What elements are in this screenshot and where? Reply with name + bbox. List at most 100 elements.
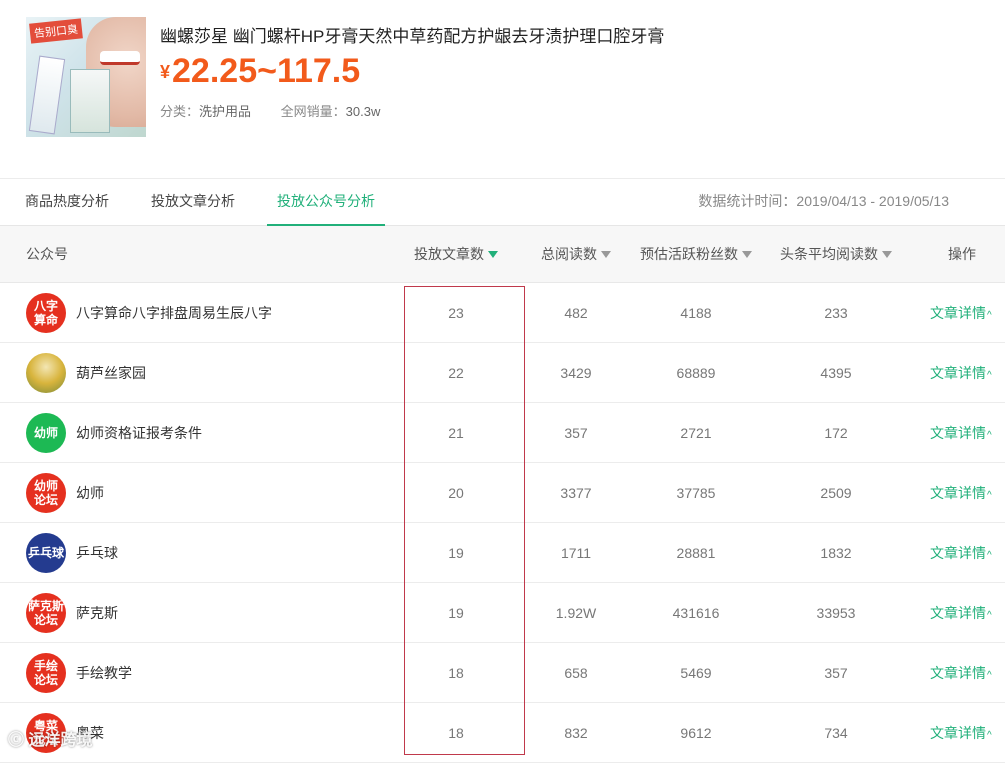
- article-count: 18: [448, 665, 464, 681]
- account-name[interactable]: 乒乓球: [76, 523, 118, 583]
- active-fans: 68889: [676, 365, 716, 381]
- header-account: 公众号: [26, 246, 68, 262]
- header-total-reads[interactable]: 总阅读数: [541, 226, 611, 283]
- total-reads: 1.92W: [555, 605, 597, 621]
- sort-desc-icon: [488, 251, 498, 258]
- account-name[interactable]: 八字算命八字排盘周易生辰八字: [76, 283, 272, 343]
- table-row[interactable]: 乒乓球 乒乓球 19 1711 28881 1832 文章详情^: [0, 523, 1005, 583]
- chevron-up-icon: ^: [987, 610, 992, 621]
- currency-symbol: ¥: [160, 62, 171, 82]
- tab-article-analysis[interactable]: 投放文章分析: [151, 179, 235, 226]
- total-reads: 658: [564, 665, 588, 681]
- price-range: 22.25~117.5: [172, 52, 361, 90]
- sort-desc-icon: [882, 251, 892, 258]
- article-detail-link[interactable]: 文章详情^: [930, 523, 992, 586]
- account-name[interactable]: 幼师资格证报考条件: [76, 403, 202, 463]
- avg-headline-reads: 1832: [820, 545, 852, 561]
- article-detail-link[interactable]: 文章详情^: [930, 283, 992, 346]
- chevron-up-icon: ^: [987, 670, 992, 681]
- analysis-tabs: 商品热度分析 投放文章分析 投放公众号分析 数据统计时间：2019/04/13 …: [0, 178, 1005, 226]
- table-row[interactable]: 葫芦丝家园 22 3429 68889 4395 文章详情^: [0, 343, 1005, 403]
- avg-headline-reads: 734: [824, 725, 848, 741]
- table-row[interactable]: 幼师 幼师资格证报考条件 21 357 2721 172 文章详情^: [0, 403, 1005, 463]
- avg-headline-reads: 233: [824, 305, 848, 321]
- chevron-up-icon: ^: [987, 430, 992, 441]
- product-meta: 分类：洗护用品 全网销量：30.3w: [160, 101, 406, 120]
- chevron-up-icon: ^: [987, 370, 992, 381]
- account-avatar[interactable]: 幼师 论坛: [26, 473, 66, 513]
- table-row[interactable]: 萨克斯 论坛 萨克斯 19 1.92W 431616 33953 文章详情^: [0, 583, 1005, 643]
- article-detail-link[interactable]: 文章详情^: [930, 343, 992, 406]
- avg-headline-reads: 172: [824, 425, 848, 441]
- article-detail-link[interactable]: 文章详情^: [930, 463, 992, 526]
- active-fans: 37785: [676, 485, 716, 501]
- product-price: ¥22.25~117.5: [160, 52, 360, 91]
- article-count: 20: [448, 485, 464, 501]
- active-fans: 5469: [680, 665, 712, 681]
- table-header: 公众号 投放文章数 总阅读数 预估活跃粉丝数 头条平均阅读数 操作: [0, 226, 1005, 283]
- article-count: 21: [448, 425, 464, 441]
- account-avatar[interactable]: 手绘 论坛: [26, 653, 66, 693]
- account-name[interactable]: 幼师: [76, 463, 104, 523]
- chevron-up-icon: ^: [987, 730, 992, 741]
- table-row[interactable]: 八字 算命 八字算命八字排盘周易生辰八字 23 482 4188 233 文章详情^: [0, 283, 1005, 343]
- active-fans: 28881: [676, 545, 716, 561]
- sales-value: 30.3w: [345, 104, 381, 119]
- header-active-fans[interactable]: 预估活跃粉丝数: [640, 226, 752, 283]
- header-actions: 操作: [948, 246, 976, 262]
- table-row[interactable]: 手绘 论坛 手绘教学 18 658 5469 357 文章详情^: [0, 643, 1005, 703]
- active-fans: 431616: [672, 605, 720, 621]
- article-count: 22: [448, 365, 464, 381]
- image-tag: 告别口臭: [29, 18, 83, 44]
- header-article-count[interactable]: 投放文章数: [414, 226, 498, 283]
- active-fans: 2721: [680, 425, 712, 441]
- account-avatar[interactable]: 萨克斯 论坛: [26, 593, 66, 633]
- product-header: 告别口臭 幽螺莎星 幽门螺杆HP牙膏天然中草药配方护龈去牙渍护理口腔牙膏 ¥22…: [0, 0, 1005, 178]
- account-avatar[interactable]: 乒乓球: [26, 533, 66, 573]
- chevron-up-icon: ^: [987, 310, 992, 321]
- total-reads: 1711: [560, 545, 592, 561]
- chevron-up-icon: ^: [987, 550, 992, 561]
- avg-headline-reads: 357: [824, 665, 848, 681]
- sort-desc-icon: [601, 251, 611, 258]
- avg-headline-reads: 33953: [816, 605, 856, 621]
- chevron-up-icon: ^: [987, 490, 992, 501]
- avg-headline-reads: 4395: [820, 365, 852, 381]
- toothpaste-tube: [28, 55, 66, 135]
- category-value: 洗护用品: [199, 104, 252, 119]
- tab-product-heat[interactable]: 商品热度分析: [25, 179, 109, 226]
- article-count: 23: [448, 305, 464, 321]
- header-avg-headline-reads[interactable]: 头条平均阅读数: [780, 226, 892, 283]
- avg-headline-reads: 2509: [820, 485, 852, 501]
- table-row[interactable]: 粤菜 论坛 粤菜 18 832 9612 734 文章详情^: [0, 703, 1005, 763]
- total-reads: 3377: [560, 485, 592, 501]
- sales-label: 全网销量：: [280, 104, 346, 119]
- account-name[interactable]: 葫芦丝家园: [76, 343, 146, 403]
- product-image[interactable]: 告别口臭: [26, 17, 146, 137]
- tab-account-analysis[interactable]: 投放公众号分析: [267, 179, 385, 226]
- account-name[interactable]: 萨克斯: [76, 583, 118, 643]
- date-range: 数据统计时间：2019/04/13 - 2019/05/13: [698, 193, 949, 209]
- article-count: 19: [448, 605, 464, 621]
- total-reads: 3429: [560, 365, 592, 381]
- toothpaste-box: [70, 69, 110, 133]
- account-avatar[interactable]: 幼师: [26, 413, 66, 453]
- table-row[interactable]: 幼师 论坛 幼师 20 3377 37785 2509 文章详情^: [0, 463, 1005, 523]
- account-avatar[interactable]: [26, 353, 66, 393]
- category-label: 分类：: [160, 104, 200, 119]
- article-detail-link[interactable]: 文章详情^: [930, 403, 992, 466]
- active-fans: 9612: [680, 725, 712, 741]
- watermark: ⓒ 远洋跨境: [8, 732, 93, 749]
- model-teeth: [100, 51, 140, 65]
- article-detail-link[interactable]: 文章详情^: [930, 643, 992, 706]
- sort-desc-icon: [742, 251, 752, 258]
- total-reads: 357: [564, 425, 588, 441]
- article-count: 18: [448, 725, 464, 741]
- product-title[interactable]: 幽螺莎星 幽门螺杆HP牙膏天然中草药配方护龈去牙渍护理口腔牙膏: [160, 22, 664, 47]
- account-avatar[interactable]: 八字 算命: [26, 293, 66, 333]
- active-fans: 4188: [680, 305, 712, 321]
- total-reads: 832: [564, 725, 588, 741]
- article-detail-link[interactable]: 文章详情^: [930, 583, 992, 646]
- account-name[interactable]: 手绘教学: [76, 643, 132, 703]
- watermark-icon: ⓒ: [8, 732, 25, 749]
